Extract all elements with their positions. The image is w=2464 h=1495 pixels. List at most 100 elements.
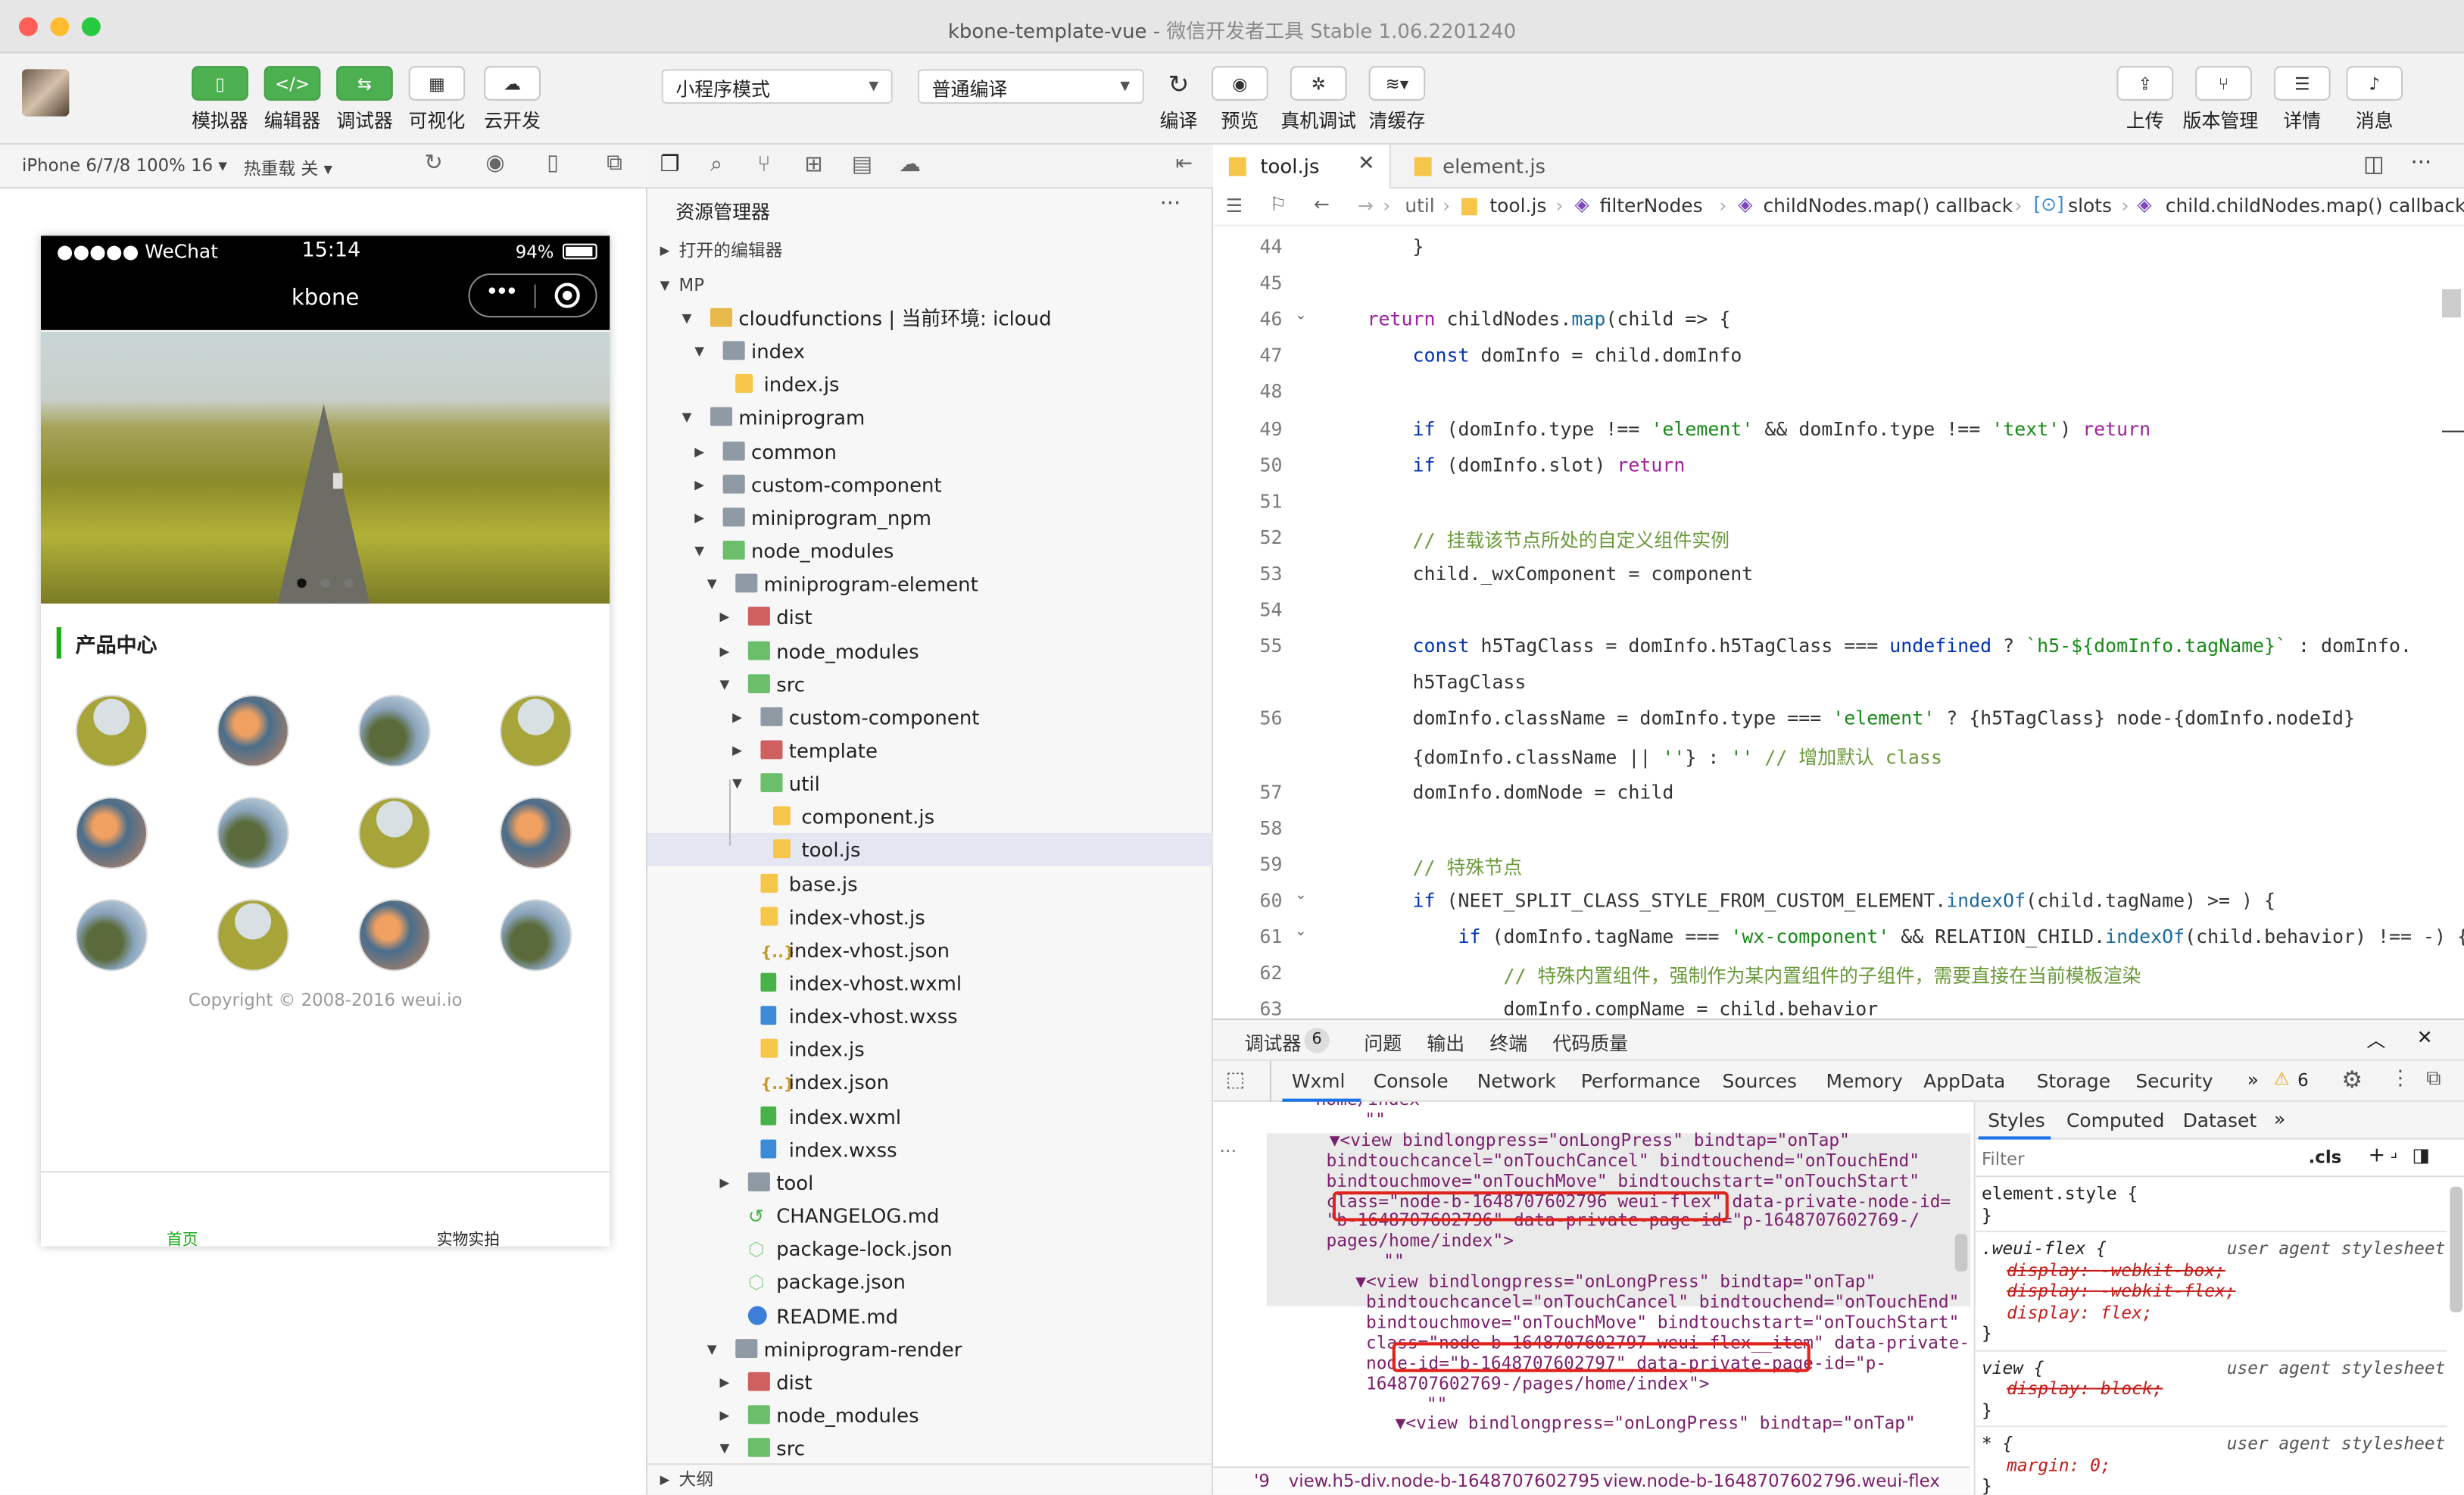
product-thumb[interactable] xyxy=(217,797,289,869)
tree-item[interactable]: ▼ util xyxy=(647,767,1213,801)
tree-item[interactable]: index.js xyxy=(647,368,1213,401)
wxml-line[interactable]: ▼<view bindlongpress="onLongPress" bindt… xyxy=(1364,1414,1916,1434)
styles-scrollbar[interactable] xyxy=(2450,1186,2462,1312)
tree-item[interactable]: {..} index-vhost.json xyxy=(647,933,1213,966)
css-declaration[interactable]: display: -webkit-flex; xyxy=(2007,1281,2235,1301)
product-thumb[interactable] xyxy=(75,797,148,869)
tab-console[interactable]: Console xyxy=(1374,1070,1449,1092)
code-line[interactable]: if (domInfo.tagName === 'wx-component' &… xyxy=(1368,925,2464,947)
more-icon[interactable]: ··· xyxy=(1160,192,1181,217)
fold-icon[interactable]: ⌄ xyxy=(1295,308,1307,324)
tree-item[interactable]: ▶ dist xyxy=(647,601,1213,634)
cls-button[interactable]: .cls xyxy=(2309,1147,2342,1168)
tab-debugger[interactable]: 调试器 xyxy=(1245,1029,1302,1056)
search-icon[interactable]: ⌕ xyxy=(710,152,722,177)
carousel-dot[interactable] xyxy=(344,578,354,588)
tree-item[interactable]: ▼ miniprogram-element xyxy=(647,568,1213,601)
undock-icon[interactable]: ⧉ xyxy=(2426,1067,2441,1091)
more-tabs-icon[interactable]: » xyxy=(2247,1069,2259,1091)
crumb-util[interactable]: util xyxy=(1405,195,1434,217)
tree-item[interactable]: ▼ miniprogram xyxy=(647,401,1213,435)
wxml-line[interactable]: 1648707602769-/pages/home/index"> xyxy=(1345,1373,1710,1394)
kebab-menu-icon[interactable]: ⋮ xyxy=(2391,1067,2411,1091)
code-line[interactable]: } xyxy=(1368,236,1424,257)
tab-performance[interactable]: Performance xyxy=(1581,1070,1701,1092)
tree-item[interactable]: ▼ cloudfunctions | 当前环境: icloud xyxy=(647,301,1213,335)
bookmark-icon[interactable]: ⚐ xyxy=(1270,193,1287,215)
product-thumb[interactable] xyxy=(217,694,289,767)
settings-gear-icon[interactable]: ⚙ xyxy=(2341,1066,2363,1094)
tree-item[interactable]: index-vhost.js xyxy=(647,900,1213,933)
wxml-line[interactable]: bindtouchmove="onTouchMove" bindtouchsta… xyxy=(1327,1170,1920,1191)
tree-item[interactable]: ▶ template xyxy=(647,734,1213,767)
tab-tool-js[interactable]: tool.js ✕ xyxy=(1213,144,1391,189)
code-line[interactable]: if (NEET_SPLIT_CLASS_STYLE_FROM_CUSTOM_E… xyxy=(1368,889,2276,911)
css-declaration[interactable]: display: flex; xyxy=(2007,1302,2152,1322)
popout-icon[interactable]: ⧉ xyxy=(607,151,622,176)
crumb-function[interactable]: filterNodes xyxy=(1600,195,1703,217)
wxml-line[interactable]: bindtouchcancel="onTouchCancel" bindtouc… xyxy=(1345,1292,1959,1312)
tab-element-js[interactable]: element.js xyxy=(1393,145,1578,189)
inspect-icon[interactable]: ⬚ xyxy=(1226,1069,1246,1092)
visual-button[interactable]: ▦ 可视化 xyxy=(399,66,475,133)
code-line[interactable]: const domInfo = child.domInfo xyxy=(1368,345,1742,367)
tab-issues[interactable]: 问题 xyxy=(1364,1029,1402,1056)
more-tabs-icon[interactable]: » xyxy=(2274,1108,2285,1130)
tab-sources[interactable]: Sources xyxy=(1723,1070,1798,1092)
code-line[interactable]: domInfo.domNode = child xyxy=(1368,780,1673,802)
css-selector[interactable]: view { xyxy=(1982,1357,2044,1378)
product-thumb[interactable] xyxy=(358,899,431,972)
wxml-line[interactable]: ▼<view bindlongpress="onLongPress" bindt… xyxy=(1330,1130,1850,1150)
close-mini-icon[interactable] xyxy=(554,282,580,308)
warning-icon[interactable]: ⚠ xyxy=(2274,1069,2289,1089)
more-icon[interactable]: ··· xyxy=(2411,151,2432,176)
preview-button[interactable]: ◉ 预览 xyxy=(1202,66,1278,133)
tab-wxml[interactable]: Wxml xyxy=(1292,1070,1346,1092)
tree-item[interactable]: ▶ node_modules xyxy=(647,1399,1213,1432)
editor-toggle[interactable]: </> 编辑器 xyxy=(254,66,330,133)
mode-select[interactable]: 小程序模式 ▼ xyxy=(661,69,893,104)
upload-button[interactable]: ⇪ 上传 xyxy=(2107,66,2183,133)
css-declaration[interactable]: display: -webkit-box; xyxy=(2007,1259,2225,1280)
dom-crumb[interactable]: view.node-b-1648707602796.weui-flex xyxy=(1603,1468,1940,1494)
list-icon[interactable]: ☰ xyxy=(1226,195,1243,217)
outline-section[interactable]: ▶ 大纲 xyxy=(647,1463,1214,1495)
close-tab-icon[interactable]: ✕ xyxy=(1358,152,1375,176)
remote-debug-button[interactable]: ✲ 真机调试 xyxy=(1280,66,1356,133)
split-editor-icon[interactable]: ◫ xyxy=(2363,152,2384,177)
tree-item[interactable]: ▼ src xyxy=(647,667,1213,701)
version-button[interactable]: ⑂ 版本管理 xyxy=(2183,66,2262,133)
code-line[interactable]: // 特殊内置组件，强制作为某内置组件的子组件，需要直接在当前模板渲染 xyxy=(1368,962,2141,988)
tree-item[interactable]: ⬡ package-lock.json xyxy=(647,1232,1213,1266)
chevron-up-icon[interactable]: ︿ xyxy=(2366,1026,2385,1053)
tree-item[interactable]: index.wxml xyxy=(647,1100,1213,1133)
code-line[interactable]: child._wxComponent = component xyxy=(1368,563,1753,585)
tab-computed[interactable]: Computed xyxy=(2066,1110,2164,1131)
product-thumb[interactable] xyxy=(358,797,431,869)
crumb-callback[interactable]: childNodes.map() callback xyxy=(1763,195,2013,217)
product-thumb[interactable] xyxy=(499,797,572,869)
tab-photos[interactable]: 实物实拍 xyxy=(437,1226,500,1250)
debugger-toggle[interactable]: ⇆ 调试器 xyxy=(327,66,403,133)
product-thumb[interactable] xyxy=(75,899,148,972)
code-line[interactable]: if (domInfo.slot) return xyxy=(1368,454,1686,476)
fold-icon[interactable]: ⌄ xyxy=(1295,924,1307,940)
tree-item[interactable]: ▼ miniprogram-render xyxy=(647,1332,1213,1365)
code-line[interactable]: {domInfo.className || ''} : '' // 增加默认 c… xyxy=(1368,744,1942,770)
tree-item[interactable]: index.js xyxy=(647,1033,1213,1066)
docker-icon[interactable]: ☁ xyxy=(899,152,921,177)
clear-cache-button[interactable]: ≋▾ 清缓存 xyxy=(1359,66,1435,133)
record-icon[interactable]: ◉ xyxy=(485,151,504,176)
back-icon[interactable]: ← xyxy=(1314,193,1330,215)
extensions-icon[interactable]: ⊞ xyxy=(805,152,823,177)
product-thumb[interactable] xyxy=(75,694,148,767)
rule-menu-icon[interactable]: ⌟ xyxy=(2391,1144,2398,1162)
tree-item[interactable]: ▼ node_modules xyxy=(647,535,1213,568)
dom-crumb[interactable]: view.h5-div.node-b-1648707602795 xyxy=(1289,1468,1601,1494)
code-line[interactable]: h5TagClass xyxy=(1368,672,1526,694)
forward-icon[interactable]: → xyxy=(1358,195,1374,217)
dom-crumb[interactable]: '9 xyxy=(1254,1468,1270,1494)
editor-scrollbar[interactable] xyxy=(2442,289,2461,318)
tree-item[interactable]: ⬡ package.json xyxy=(647,1266,1213,1299)
storage-icon[interactable]: ▤ xyxy=(852,152,872,177)
